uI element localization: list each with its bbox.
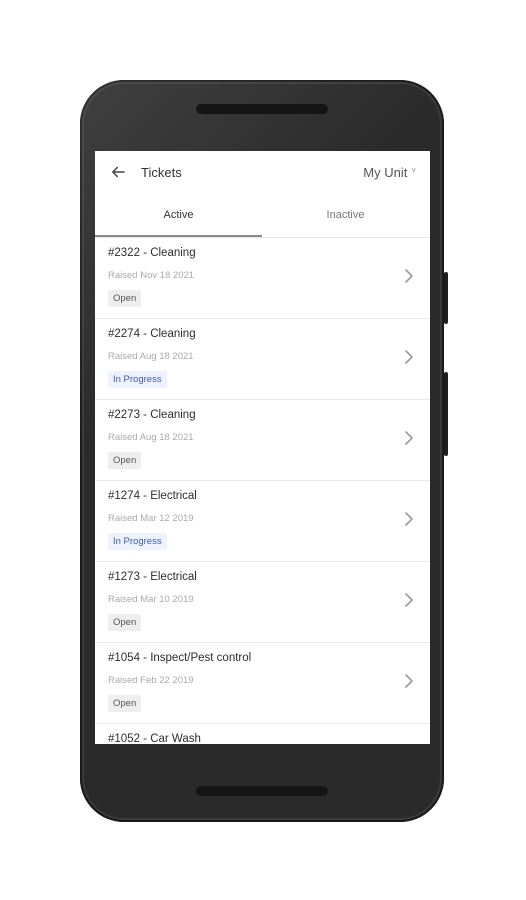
tab-indicator <box>95 235 262 237</box>
status-badge: Open <box>108 695 142 712</box>
ticket-title: #1274 - Electrical <box>108 490 197 502</box>
ticket-row[interactable]: #1274 - Electrical Raised Mar 12 2019 In… <box>95 481 430 562</box>
page-title: Tickets <box>141 165 182 180</box>
ticket-row[interactable]: #2274 - Cleaning Raised Aug 18 2021 In P… <box>95 319 430 400</box>
chevron-right-icon <box>405 674 413 688</box>
status-badge: Open <box>108 290 142 307</box>
app-bar: Tickets My Unit ˅ <box>95 151 430 195</box>
chevron-right-icon <box>405 593 413 607</box>
status-badge: Open <box>108 614 142 631</box>
ticket-title: #1273 - Electrical <box>108 571 197 583</box>
ticket-title: #2322 - Cleaning <box>108 247 196 259</box>
ticket-list: #2322 - Cleaning Raised Nov 18 2021 Open… <box>95 238 430 744</box>
ticket-row[interactable]: #2273 - Cleaning Raised Aug 18 2021 Open <box>95 400 430 481</box>
ticket-date: Raised Feb 22 2019 <box>108 675 194 686</box>
unit-selector-label: My Unit <box>363 165 408 180</box>
top-speaker <box>196 104 328 114</box>
ticket-row[interactable]: #2322 - Cleaning Raised Nov 18 2021 Open <box>95 238 430 319</box>
ticket-title: #1054 - Inspect/Pest control <box>108 652 252 664</box>
front-camera-icon <box>145 107 151 113</box>
unit-selector[interactable]: My Unit ˅ <box>363 165 416 180</box>
status-badge: In Progress <box>108 371 167 388</box>
ticket-date: Raised Mar 10 2019 <box>108 594 194 605</box>
tab-inactive[interactable]: Inactive <box>262 201 429 237</box>
ticket-date: Raised Aug 18 2021 <box>108 351 194 362</box>
volume-button <box>444 372 448 456</box>
chevron-right-icon <box>405 512 413 526</box>
status-badge: Open <box>108 452 142 469</box>
bottom-speaker <box>196 786 328 796</box>
status-badge: In Progress <box>108 533 167 550</box>
ticket-title: #2274 - Cleaning <box>108 328 196 340</box>
ticket-row[interactable]: #1273 - Electrical Raised Mar 10 2019 Op… <box>95 562 430 643</box>
ticket-date: Raised Aug 18 2021 <box>108 432 194 443</box>
power-button <box>444 272 448 324</box>
ticket-row[interactable]: #1052 - Car Wash <box>95 724 430 744</box>
tab-active[interactable]: Active <box>95 201 262 237</box>
chevron-right-icon <box>405 431 413 445</box>
chevron-right-icon <box>405 350 413 364</box>
ticket-date: Raised Nov 18 2021 <box>108 270 195 281</box>
chevron-right-icon <box>405 269 413 283</box>
chevron-down-icon: ˅ <box>411 166 416 175</box>
ticket-date: Raised Mar 12 2019 <box>108 513 194 524</box>
ticket-title: #2273 - Cleaning <box>108 409 196 421</box>
tab-bar: Active Inactive <box>95 201 430 238</box>
arrow-left-icon[interactable] <box>109 163 127 181</box>
ticket-title: #1052 - Car Wash <box>108 733 201 744</box>
ticket-row[interactable]: #1054 - Inspect/Pest control Raised Feb … <box>95 643 430 724</box>
app-screen: Tickets My Unit ˅ Active Inactive #2322 … <box>95 151 430 744</box>
